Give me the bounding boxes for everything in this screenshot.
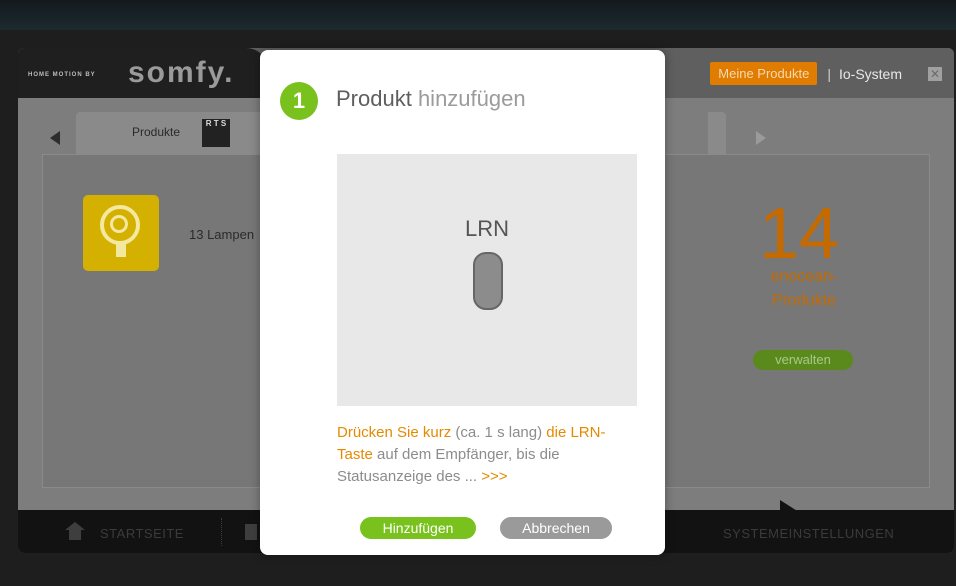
add-product-dialog: 1 Produkt hinzufügen LRN Drücken Sie kur… (260, 50, 665, 555)
desktop-background-top (0, 0, 956, 30)
home-icon-roof (65, 522, 85, 530)
nav-active-indicator (780, 500, 802, 514)
dialog-title-strong: Produkt (336, 86, 412, 111)
desktop-background-bottom (0, 554, 956, 586)
nav-divider (221, 518, 223, 546)
add-button[interactable]: Hinzufügen (360, 517, 476, 539)
product-count-label-line1: enocean- (770, 268, 838, 285)
step-number-badge: 1 (280, 82, 318, 120)
io-system-link[interactable]: Io-System (839, 66, 902, 82)
logo-bar: HOME MOTION BY somfy. (18, 48, 268, 98)
nav-settings-label[interactable]: SYSTEMEINSTELLUNGEN (723, 526, 894, 541)
device-illustration: LRN (337, 154, 637, 406)
tab-next-arrow-icon[interactable] (756, 131, 766, 145)
my-products-link[interactable]: Meine Produkte (710, 62, 818, 85)
rts-icon: R T S (202, 119, 230, 147)
product-count: 14 (759, 194, 840, 274)
header-nav: Meine Produkte | Io-System ✕ (710, 62, 942, 85)
tab-enocean[interactable] (708, 112, 726, 154)
tab-prev-arrow-icon[interactable] (50, 131, 60, 145)
manage-button[interactable]: verwalten (753, 350, 853, 370)
product-count-label-line2: Produkte (771, 292, 837, 309)
product-count-label: enocean- Produkte (749, 265, 859, 313)
read-more-link[interactable]: >>> (481, 468, 507, 485)
logo-tagline: HOME MOTION BY (28, 72, 96, 78)
home-icon-body (69, 530, 81, 540)
rts-badge-text: R T S (205, 119, 227, 128)
dialog-title: Produkt hinzufügen (336, 86, 526, 112)
instruction-highlight-1: Drücken Sie kurz (337, 424, 452, 441)
home-icon[interactable] (65, 522, 85, 540)
document-icon[interactable] (245, 524, 257, 540)
tab-products-rts[interactable]: Produkte R T S (76, 112, 266, 154)
instructions-text: Drücken Sie kurz (ca. 1 s lang) die LRN-… (337, 422, 637, 488)
lamp-icon-stem (116, 243, 126, 257)
close-icon[interactable]: ✕ (928, 66, 942, 81)
lamp-icon[interactable] (83, 195, 159, 271)
lrn-button-illustration (473, 252, 503, 310)
tab-label: Produkte (132, 125, 181, 139)
nav-home-label[interactable]: STARTSEITE (100, 526, 184, 541)
lrn-label: LRN (464, 216, 509, 241)
header-separator: | (827, 65, 831, 82)
cancel-button[interactable]: Abbrechen (500, 517, 612, 539)
lamp-icon-inner-ring (110, 215, 128, 233)
lamp-count-label: 13 Lampen (189, 227, 255, 242)
instruction-text-1: (ca. 1 s lang) (451, 424, 547, 441)
somfy-logo: somfy. (128, 56, 235, 89)
dialog-title-light: hinzufügen (411, 86, 526, 111)
